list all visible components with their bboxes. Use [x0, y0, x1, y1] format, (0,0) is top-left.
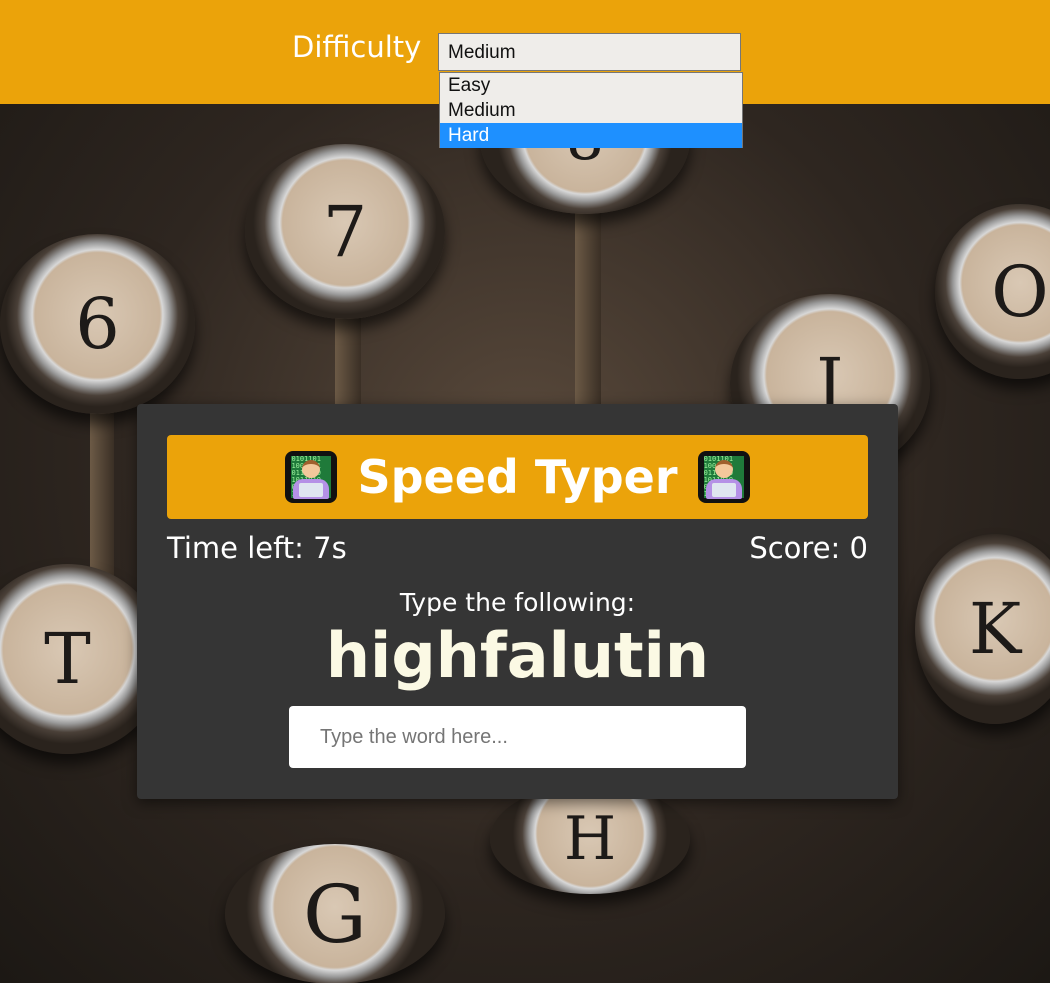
time-left: Time left: 7s — [167, 531, 347, 565]
difficulty-option-medium[interactable]: Medium — [440, 98, 742, 123]
target-word: highfalutin — [325, 619, 710, 692]
difficulty-label: Difficulty — [292, 30, 422, 64]
typewriter-key: G — [225, 844, 445, 983]
key-letter: K — [968, 588, 1022, 670]
difficulty-option-hard[interactable]: Hard — [440, 123, 742, 148]
score: Score: 0 — [749, 531, 868, 565]
typewriter-key: 6 — [0, 234, 195, 414]
technologist-icon: 0101101100101101101001011010010010111010… — [285, 451, 338, 503]
title-bar: 0101101100101101101001011010010010111010… — [167, 435, 868, 519]
game-card: 0101101100101101101001011010010010111010… — [137, 404, 898, 799]
key-letter: H — [563, 804, 617, 874]
difficulty-option-easy[interactable]: Easy — [440, 73, 742, 98]
typewriter-key: O — [935, 204, 1050, 379]
typewriter-key: H — [490, 784, 690, 894]
key-letter: 7 — [322, 190, 368, 273]
key-letter: G — [303, 867, 367, 961]
key-letter: 6 — [75, 283, 120, 365]
page-title: Speed Typer — [357, 450, 678, 504]
difficulty-select[interactable]: Medium — [438, 33, 741, 71]
typewriter-key: K — [915, 534, 1050, 724]
difficulty-dropdown: Easy Medium Hard — [439, 72, 743, 148]
key-letter: O — [991, 250, 1049, 333]
technologist-icon: 0101101100101101101001011010010010111010… — [697, 451, 750, 503]
typewriter-key: 7 — [245, 144, 445, 319]
word-input[interactable] — [289, 706, 746, 768]
instruction-text: Type the following: — [399, 588, 636, 617]
